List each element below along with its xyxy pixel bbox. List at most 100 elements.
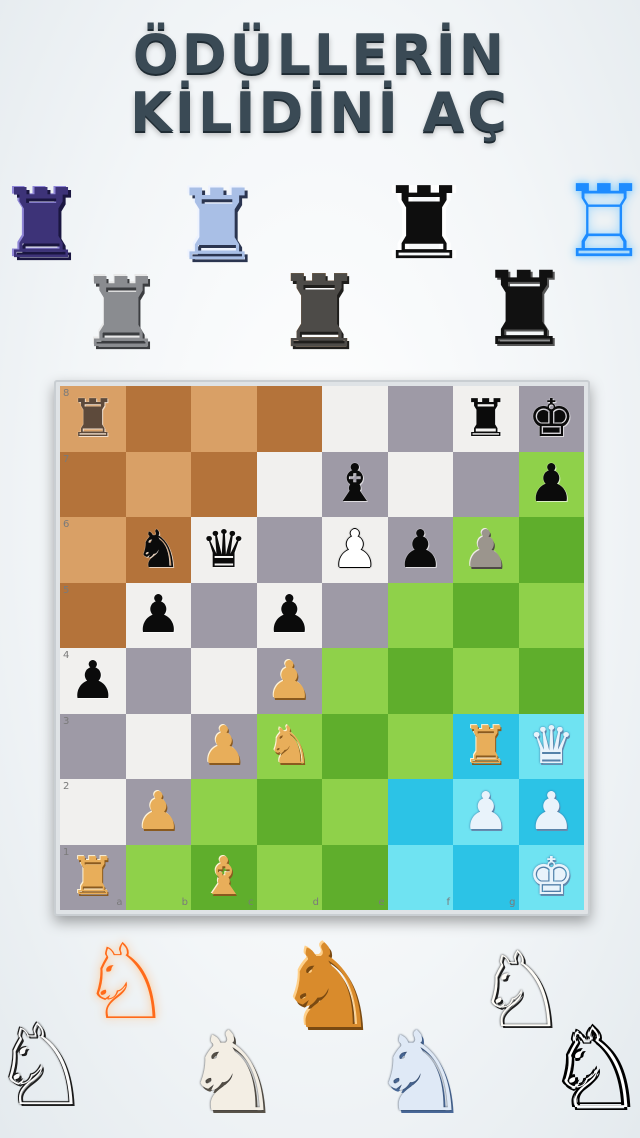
square-f7[interactable] — [387, 451, 453, 517]
square-a4[interactable]: 4 ♟ — [60, 648, 126, 714]
black-rook-icon[interactable]: ♜ — [69, 393, 116, 445]
square-b2[interactable]: ♟ — [125, 779, 191, 845]
file-label: c — [248, 897, 254, 908]
square-b1[interactable]: b — [125, 844, 191, 910]
black-king-icon[interactable]: ♚ — [528, 393, 575, 445]
square-a5[interactable]: 5 — [60, 582, 126, 648]
square-g1[interactable]: g — [453, 844, 519, 910]
chess-board[interactable]: 8 ♜ ♜ ♚ 7 ♝ ♟ 6 ♞ ♛ ♟ ♟ ♟ 5 ♟ ♟ 4 ♟ ♟ 3 ♟ ♞ ♜ ♛ 2 ♟ ♟ ♟ 1 a ♜ b c ♝ d e f g ♚ — [60, 386, 584, 910]
square-f8[interactable] — [387, 386, 453, 452]
headline-line-2: KİLİDİNİ AÇ — [130, 81, 510, 144]
file-label: f — [446, 897, 450, 908]
square-g7[interactable] — [453, 451, 519, 517]
square-b5[interactable]: ♟ — [125, 582, 191, 648]
square-h6[interactable] — [518, 517, 584, 583]
white-pawn-icon[interactable]: ♟ — [331, 524, 378, 576]
rook-blue-icon: ♜ — [173, 169, 261, 283]
square-f3[interactable] — [387, 713, 453, 779]
square-g4[interactable] — [453, 648, 519, 714]
square-a2[interactable]: 2 — [60, 779, 126, 845]
square-f6[interactable]: ♟ — [387, 517, 453, 583]
square-b6[interactable]: ♞ — [125, 517, 191, 583]
square-h4[interactable] — [518, 648, 584, 714]
square-b4[interactable] — [125, 648, 191, 714]
rook-castle-icon: ♜ — [274, 253, 364, 370]
square-e4[interactable] — [322, 648, 388, 714]
square-a6[interactable]: 6 — [60, 517, 126, 583]
square-c6[interactable]: ♛ — [191, 517, 257, 583]
square-h1[interactable]: ♚ — [518, 844, 584, 910]
square-h2[interactable]: ♟ — [518, 779, 584, 845]
square-a3[interactable]: 3 — [60, 713, 126, 779]
square-h7[interactable]: ♟ — [518, 451, 584, 517]
gold-rook-icon[interactable]: ♜ — [69, 851, 116, 903]
square-c5[interactable] — [191, 582, 257, 648]
square-c3[interactable]: ♟ — [191, 713, 257, 779]
black-queen-icon[interactable]: ♛ — [200, 524, 247, 576]
gold-knight-icon[interactable]: ♞ — [266, 720, 313, 772]
square-c1[interactable]: c ♝ — [191, 844, 257, 910]
square-e1[interactable]: e — [322, 844, 388, 910]
square-b3[interactable] — [125, 713, 191, 779]
black-pawn-icon[interactable]: ♟ — [397, 524, 444, 576]
square-f5[interactable] — [387, 582, 453, 648]
square-b8[interactable] — [125, 386, 191, 452]
square-h5[interactable] — [518, 582, 584, 648]
square-g3[interactable]: ♜ — [453, 713, 519, 779]
square-d4[interactable]: ♟ — [256, 648, 322, 714]
square-e5[interactable] — [322, 582, 388, 648]
square-e7[interactable]: ♝ — [322, 451, 388, 517]
square-d6[interactable] — [256, 517, 322, 583]
square-h8[interactable]: ♚ — [518, 386, 584, 452]
square-e8[interactable] — [322, 386, 388, 452]
square-c7[interactable] — [191, 451, 257, 517]
square-h3[interactable]: ♛ — [518, 713, 584, 779]
gold-pawn-icon[interactable]: ♟ — [200, 720, 247, 772]
black-pawn-icon[interactable]: ♟ — [69, 655, 116, 707]
square-g6[interactable]: ♟ — [453, 517, 519, 583]
square-a1[interactable]: 1 a ♜ — [60, 844, 126, 910]
knight-ivory-icon: ♞ — [182, 1008, 282, 1136]
gold-rook-icon[interactable]: ♜ — [462, 720, 509, 772]
square-e3[interactable] — [322, 713, 388, 779]
square-e2[interactable] — [322, 779, 388, 845]
square-c4[interactable] — [191, 648, 257, 714]
square-b7[interactable] — [125, 451, 191, 517]
square-a7[interactable]: 7 — [60, 451, 126, 517]
square-g5[interactable] — [453, 582, 519, 648]
rank-label: 2 — [63, 781, 70, 792]
square-d3[interactable]: ♞ — [256, 713, 322, 779]
rook-black-icon: ♜ — [478, 250, 570, 369]
black-rook-icon[interactable]: ♜ — [462, 393, 509, 445]
square-a8[interactable]: 8 ♜ — [60, 386, 126, 452]
square-f2[interactable] — [387, 779, 453, 845]
ice-queen-icon[interactable]: ♛ — [528, 720, 575, 772]
square-d5[interactable]: ♟ — [256, 582, 322, 648]
rank-label: 8 — [63, 388, 70, 399]
square-c8[interactable] — [191, 386, 257, 452]
gold-pawn-icon[interactable]: ♟ — [266, 655, 313, 707]
square-f4[interactable] — [387, 648, 453, 714]
square-g8[interactable]: ♜ — [453, 386, 519, 452]
ice-king-icon[interactable]: ♚ — [528, 851, 575, 903]
knight-blue-icon: ♞ — [370, 1008, 470, 1136]
headline-line-1: ÖDÜLLERİN — [132, 23, 508, 86]
ice-pawn-icon[interactable]: ♟ — [528, 786, 575, 838]
square-e6[interactable]: ♟ — [322, 517, 388, 583]
black-pawn-icon[interactable]: ♟ — [266, 589, 313, 641]
square-d8[interactable] — [256, 386, 322, 452]
stone-pawn-icon[interactable]: ♟ — [462, 524, 509, 576]
gold-bishop-icon[interactable]: ♝ — [200, 851, 247, 903]
black-knight-icon[interactable]: ♞ — [135, 524, 182, 576]
gold-pawn-icon[interactable]: ♟ — [135, 786, 182, 838]
square-d1[interactable]: d — [256, 844, 322, 910]
black-pawn-icon[interactable]: ♟ — [135, 589, 182, 641]
square-c2[interactable] — [191, 779, 257, 845]
black-pawn-icon[interactable]: ♟ — [528, 458, 575, 510]
black-bishop-icon[interactable]: ♝ — [331, 458, 378, 510]
ice-pawn-icon[interactable]: ♟ — [462, 786, 509, 838]
square-d2[interactable] — [256, 779, 322, 845]
square-f1[interactable]: f — [387, 844, 453, 910]
square-g2[interactable]: ♟ — [453, 779, 519, 845]
square-d7[interactable] — [256, 451, 322, 517]
